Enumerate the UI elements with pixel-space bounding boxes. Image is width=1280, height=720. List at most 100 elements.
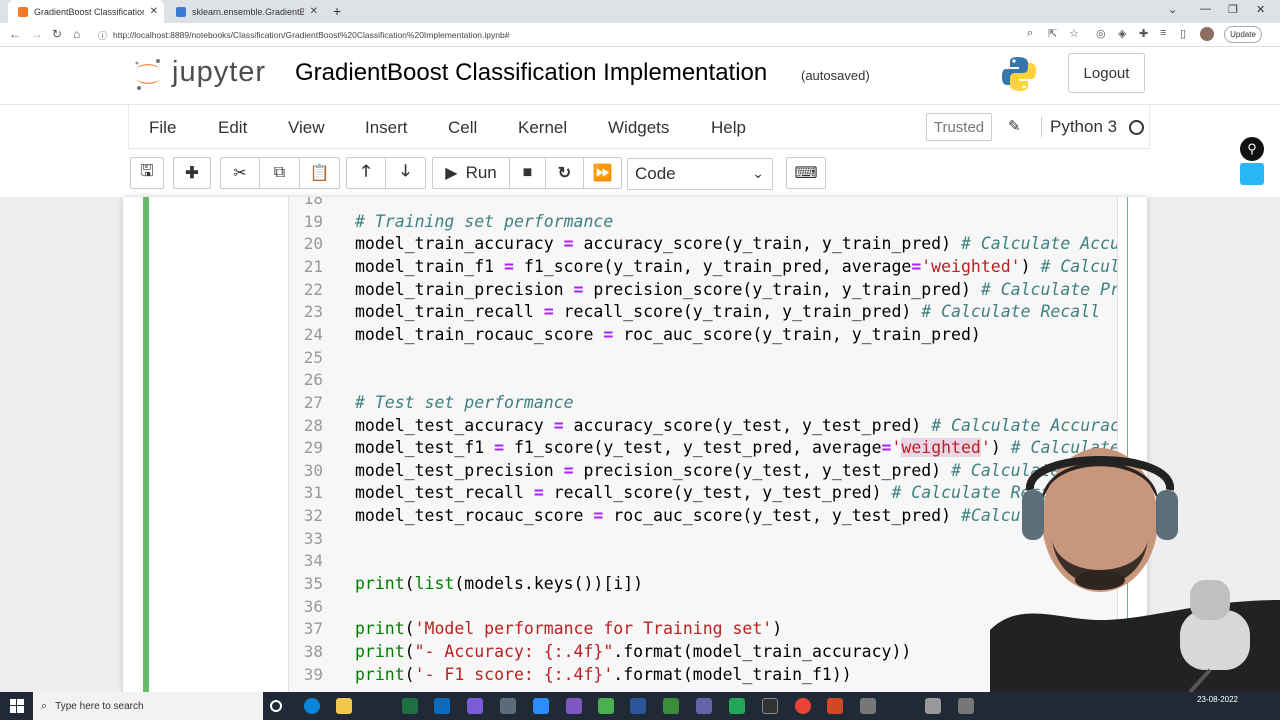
code-line[interactable]: 24 model_train_rocauc_score = roc_auc_sco…	[289, 324, 1117, 347]
taskbar-search[interactable]: ⌕ Type here to search	[33, 692, 263, 720]
trusted-indicator[interactable]: Trusted	[926, 113, 992, 141]
menu-edit[interactable]: Edit	[218, 118, 247, 138]
code-line[interactable]: 22 model_train_precision = precision_scor…	[289, 279, 1117, 302]
tab-search-icon[interactable]: ⌄	[1168, 3, 1177, 16]
paste-button[interactable]: 📋	[300, 157, 340, 189]
insert-cell-button[interactable]: ✚	[173, 157, 211, 189]
extension-icon[interactable]: ◈	[1118, 27, 1126, 40]
chrome-icon[interactable]	[795, 698, 811, 714]
taskbar-clock[interactable]: 23-08-2022	[1196, 694, 1238, 705]
menu-file[interactable]: File	[149, 118, 176, 138]
code-line[interactable]: 26	[289, 369, 1117, 392]
restart-button[interactable]: ↻	[546, 157, 584, 189]
copy-button[interactable]: ⧉	[260, 157, 300, 189]
close-tab-icon[interactable]: ✕	[150, 6, 158, 17]
line-number: 25	[303, 347, 323, 367]
profile-avatar[interactable]	[1200, 27, 1214, 41]
sidebar-icon[interactable]: ▯	[1180, 27, 1186, 40]
settings-icon[interactable]	[860, 698, 876, 714]
move-down-button[interactable]: 🡓	[386, 157, 426, 189]
teams-icon[interactable]	[696, 698, 712, 714]
fast-forward-icon: ⏩	[592, 165, 613, 182]
line-number: 36	[303, 596, 323, 616]
scissors-icon: ✂	[233, 165, 247, 182]
app-icon[interactable]	[500, 698, 516, 714]
app-icon[interactable]	[663, 698, 679, 714]
app-icon[interactable]	[729, 698, 745, 714]
update-button[interactable]: Update	[1224, 26, 1262, 43]
menu-cell[interactable]: Cell	[448, 118, 477, 138]
menu-insert[interactable]: Insert	[365, 118, 408, 138]
kernel-name[interactable]: Python 3	[1041, 117, 1117, 137]
extension-lightbulb-icon[interactable]: ⚲	[1240, 137, 1264, 161]
app-icon[interactable]	[925, 698, 941, 714]
home-icon[interactable]: ⌂	[73, 27, 80, 41]
code-line[interactable]: 20 model_train_accuracy = accuracy_score(…	[289, 233, 1117, 256]
menu-widgets[interactable]: Widgets	[608, 118, 669, 138]
browser-tab-sklearn[interactable]: sklearn.ensemble.GradientBoostin ✕	[166, 0, 324, 23]
reading-list-icon[interactable]: ≡	[1160, 27, 1166, 39]
jupyter-logo-text[interactable]: jupyter	[172, 56, 266, 89]
windows-start-icon[interactable]	[10, 699, 24, 713]
url-field[interactable]: ⓘ http://localhost:8889/notebooks/Classi…	[98, 26, 1098, 44]
code-line[interactable]: 23 model_train_recall = recall_score(y_tr…	[289, 301, 1117, 324]
run-label: Run	[465, 163, 497, 182]
command-palette-button[interactable]: ⌨	[786, 157, 826, 189]
bookmark-star-icon[interactable]: ☆	[1069, 27, 1079, 40]
app-icon[interactable]	[467, 698, 483, 714]
code-text: print('Model performance for Training se…	[355, 619, 783, 639]
terminal-icon[interactable]	[762, 698, 778, 714]
tab-title: sklearn.ensemble.GradientBoostin	[192, 6, 304, 17]
menu-help[interactable]: Help	[711, 118, 746, 138]
browser-tab-notebook[interactable]: GradientBoost Classification Imp ✕	[8, 0, 164, 23]
powerpoint-icon[interactable]	[827, 698, 843, 714]
cut-button[interactable]: ✂	[220, 157, 260, 189]
edge-icon[interactable]	[304, 698, 320, 714]
zoom-app-icon[interactable]	[533, 698, 549, 714]
line-number: 33	[303, 528, 323, 548]
puzzle-icon[interactable]: ✚	[1139, 27, 1148, 40]
excel-icon[interactable]	[402, 698, 418, 714]
code-line[interactable]: 27 # Test set performance	[289, 392, 1117, 415]
code-line[interactable]: 18	[289, 197, 1117, 211]
zoom-icon[interactable]: ⌕	[1027, 27, 1033, 40]
extension-icon[interactable]: ◎	[1096, 27, 1106, 40]
notebook-title[interactable]: GradientBoost Classification Implementat…	[295, 59, 767, 87]
interrupt-button[interactable]: ■	[510, 157, 546, 189]
menu-bar: File Edit View Insert Cell Kernel Widget…	[128, 105, 1150, 149]
move-up-button[interactable]: 🡑	[346, 157, 386, 189]
restart-run-all-button[interactable]: ⏩	[584, 157, 622, 189]
new-tab-icon[interactable]: +	[333, 3, 341, 19]
logout-button[interactable]: Logout	[1068, 53, 1145, 93]
code-line[interactable]: 19 # Training set performance	[289, 211, 1117, 234]
word-icon[interactable]	[630, 698, 646, 714]
maximize-icon[interactable]: ❐	[1228, 3, 1238, 16]
share-icon[interactable]: ⇱	[1048, 27, 1057, 40]
edit-mode-pencil-icon: ✎	[1008, 118, 1021, 135]
minimize-icon[interactable]: —	[1200, 3, 1211, 15]
line-number: 37	[303, 619, 323, 639]
menu-view[interactable]: View	[288, 118, 325, 138]
jupyter-logo-icon[interactable]	[133, 57, 163, 91]
app-icon[interactable]	[958, 698, 974, 714]
extension-panel-icon[interactable]	[1240, 163, 1264, 185]
run-button[interactable]: ▶ Run	[432, 157, 510, 189]
arrow-up-icon: 🡑	[361, 162, 371, 180]
forward-icon[interactable]: →	[31, 27, 43, 41]
back-icon[interactable]: ←	[9, 27, 21, 41]
close-window-icon[interactable]: ✕	[1256, 3, 1265, 16]
close-tab-icon[interactable]: ✕	[310, 6, 318, 17]
menu-kernel[interactable]: Kernel	[518, 118, 567, 138]
mail-icon[interactable]	[434, 698, 450, 714]
app-icon[interactable]	[566, 698, 582, 714]
code-line[interactable]: 25	[289, 347, 1117, 370]
app-icon[interactable]	[598, 698, 614, 714]
cortana-icon[interactable]	[270, 700, 282, 712]
code-line[interactable]: 21 model_train_f1 = f1_score(y_train, y_t…	[289, 256, 1117, 279]
restart-icon: ↻	[557, 165, 572, 182]
info-icon[interactable]: ⓘ	[98, 29, 107, 42]
save-button[interactable]: 🖫	[130, 157, 164, 189]
cell-type-select[interactable]: Code ⌄	[627, 158, 773, 190]
file-explorer-icon[interactable]	[336, 698, 352, 714]
reload-icon[interactable]: ↻	[52, 27, 62, 41]
